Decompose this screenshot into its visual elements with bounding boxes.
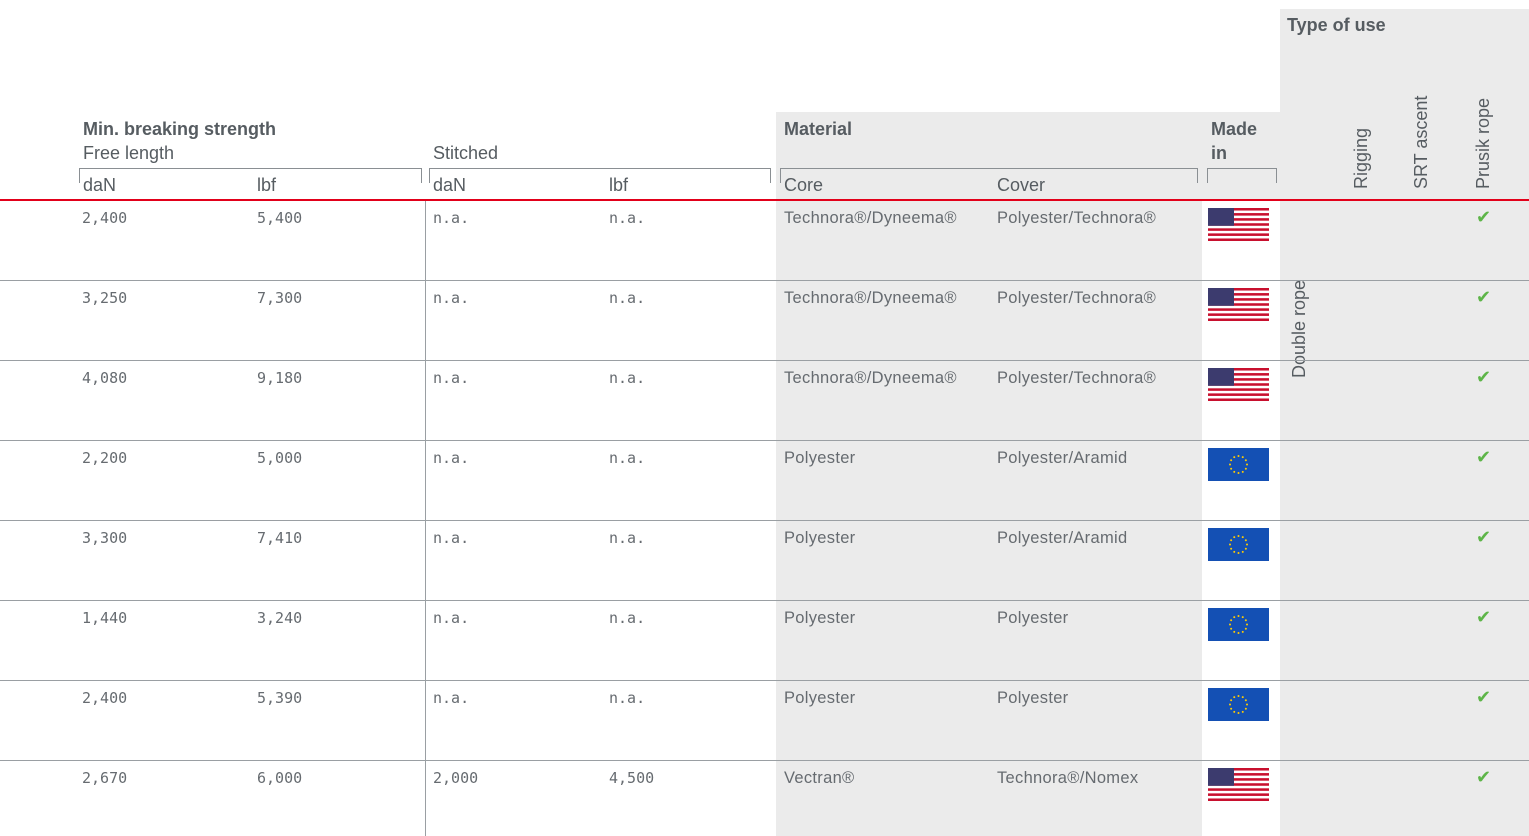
stitched-lbf-cell: n.a. xyxy=(609,289,646,307)
free-length-label: Free length xyxy=(83,143,175,163)
free-lbf-cell: 5,390 xyxy=(257,689,303,707)
header-separator xyxy=(0,199,1529,201)
stitched-dan-cell: n.a. xyxy=(433,369,470,387)
us-flag-icon xyxy=(1208,208,1269,241)
stitched-dan-cell: n.a. xyxy=(433,529,470,547)
eu-flag-icon xyxy=(1208,608,1269,641)
stitched-lbf-cell: n.a. xyxy=(609,689,646,707)
stitched-dan-cell: n.a. xyxy=(433,209,470,227)
stitched-lbf-cell: n.a. xyxy=(609,609,646,627)
us-flag-icon xyxy=(1208,368,1269,401)
core-header: Core xyxy=(784,175,824,195)
stitched-dan-cell: n.a. xyxy=(433,449,470,467)
prusik-check-icon: ✔ xyxy=(1476,767,1492,788)
prusik-check-icon: ✔ xyxy=(1476,207,1492,228)
core-cell: Technora®/Dyneema® xyxy=(784,209,957,227)
free-dan-cell: 3,300 xyxy=(82,529,128,547)
free-dan-cell: 1,440 xyxy=(82,609,128,627)
stitched-dan-cell: n.a. xyxy=(433,609,470,627)
eu-flag-icon xyxy=(1208,528,1269,561)
prusik-check-icon: ✔ xyxy=(1476,447,1492,468)
free-dan-cell: 2,400 xyxy=(82,689,128,707)
eu-flag-icon xyxy=(1208,688,1269,721)
stitched-dan-cell: 2,000 xyxy=(433,769,479,787)
stitched-lbf-header: lbf xyxy=(609,175,629,195)
cover-cell: Polyester/Technora® xyxy=(997,289,1157,307)
prusik-check-icon: ✔ xyxy=(1476,687,1492,708)
free-dan-cell: 2,400 xyxy=(82,209,128,227)
free-length-bracket xyxy=(79,168,422,183)
cover-cell: Technora®/Nomex xyxy=(997,769,1139,787)
stitched-lbf-cell: 4,500 xyxy=(609,769,655,787)
row-divider xyxy=(0,360,1529,361)
stitched-dan-cell: n.a. xyxy=(433,289,470,307)
material-title: Material xyxy=(784,119,853,139)
stitched-lbf-cell: n.a. xyxy=(609,529,646,547)
prusik-check-icon: ✔ xyxy=(1476,287,1492,308)
use-prusik-rope-header: Prusik rope xyxy=(1473,97,1493,189)
stitched-lbf-cell: n.a. xyxy=(609,449,646,467)
free-lbf-cell: 5,400 xyxy=(257,209,303,227)
made-in-title-line2: in xyxy=(1211,143,1227,163)
cover-header: Cover xyxy=(997,175,1046,195)
row-divider xyxy=(0,600,1529,601)
row-divider xyxy=(0,520,1529,521)
core-cell: Technora®/Dyneema® xyxy=(784,289,957,307)
free-lbf-cell: 3,240 xyxy=(257,609,303,627)
use-double-rope-header: Double rope xyxy=(1289,279,1309,378)
core-cell: Polyester xyxy=(784,529,856,547)
free-dan-cell: 3,250 xyxy=(82,289,128,307)
stitched-label: Stitched xyxy=(433,143,499,163)
free-dan-cell: 2,670 xyxy=(82,769,128,787)
use-rigging-header: Rigging xyxy=(1351,127,1371,189)
free-dan-cell: 4,080 xyxy=(82,369,128,387)
free-lbf-cell: 9,180 xyxy=(257,369,303,387)
free-lbf-cell: 5,000 xyxy=(257,449,303,467)
free-lbf-cell: 7,300 xyxy=(257,289,303,307)
row-divider xyxy=(0,760,1529,761)
stitched-lbf-cell: n.a. xyxy=(609,369,646,387)
use-srt-ascent-header: SRT ascent xyxy=(1411,95,1431,189)
core-cell: Polyester xyxy=(784,449,856,467)
core-cell: Technora®/Dyneema® xyxy=(784,369,957,387)
free-lbf-header: lbf xyxy=(257,175,277,195)
stitched-lbf-cell: n.a. xyxy=(609,209,646,227)
column-divider xyxy=(425,201,426,836)
cover-cell: Polyester/Aramid xyxy=(997,449,1128,467)
row-divider xyxy=(0,280,1529,281)
prusik-check-icon: ✔ xyxy=(1476,367,1492,388)
core-cell: Polyester xyxy=(784,609,856,627)
us-flag-icon xyxy=(1208,768,1269,801)
us-flag-icon xyxy=(1208,288,1269,321)
cover-cell: Polyester/Aramid xyxy=(997,529,1128,547)
row-divider xyxy=(0,440,1529,441)
made-in-title-line1: Made xyxy=(1211,119,1258,139)
made-in-bracket xyxy=(1207,168,1277,183)
eu-flag-icon xyxy=(1208,448,1269,481)
free-lbf-cell: 6,000 xyxy=(257,769,303,787)
core-cell: Polyester xyxy=(784,689,856,707)
row-divider xyxy=(0,680,1529,681)
material-bracket xyxy=(780,168,1198,183)
free-lbf-cell: 7,410 xyxy=(257,529,303,547)
free-dan-header: daN xyxy=(83,175,117,195)
prusik-check-icon: ✔ xyxy=(1476,527,1492,548)
stitched-bracket xyxy=(429,168,771,183)
prusik-check-icon: ✔ xyxy=(1476,607,1492,628)
free-dan-cell: 2,200 xyxy=(82,449,128,467)
cover-cell: Polyester xyxy=(997,689,1069,707)
strength-title: Min. breaking strength xyxy=(83,119,277,139)
stitched-dan-header: daN xyxy=(433,175,467,195)
stitched-dan-cell: n.a. xyxy=(433,689,470,707)
cover-cell: Polyester xyxy=(997,609,1069,627)
cover-cell: Polyester/Technora® xyxy=(997,209,1157,227)
type-of-use-title: Type of use xyxy=(1287,15,1386,35)
core-cell: Vectran® xyxy=(784,769,855,787)
cover-cell: Polyester/Technora® xyxy=(997,369,1157,387)
